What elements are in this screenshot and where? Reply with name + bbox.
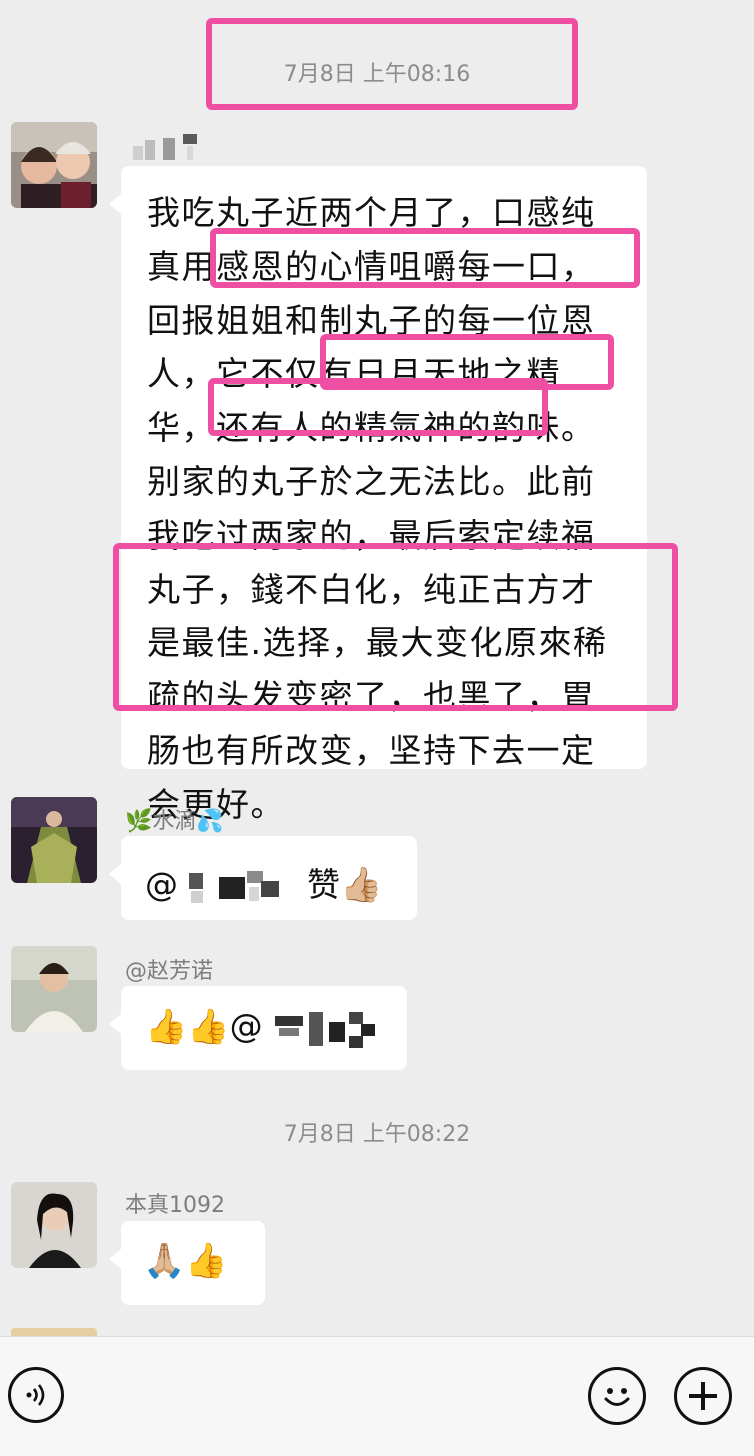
highlight-box <box>113 543 678 711</box>
avatar-partial <box>11 1328 97 1336</box>
smiley-icon <box>604 1388 630 1406</box>
emoji-button[interactable] <box>588 1367 646 1425</box>
voice-icon <box>26 1384 45 1406</box>
avatar[interactable] <box>11 1182 97 1268</box>
message-content: 👍👍@ <box>145 1006 383 1050</box>
plus-button[interactable] <box>674 1367 732 1425</box>
sender-name: 🌿水滴💦 <box>125 809 224 834</box>
message-content: @ 赞👍🏼 <box>145 858 382 907</box>
avatar[interactable] <box>11 122 97 208</box>
censored-name <box>275 1012 376 1048</box>
praise-text: 赞 <box>307 865 340 904</box>
message-bubble[interactable]: 🙏🏼👍 <box>109 1221 265 1305</box>
message-content: 🙏🏼👍 <box>143 1241 228 1281</box>
sender-name: 本真1092 <box>125 1193 225 1218</box>
mention-at: @ <box>145 865 178 904</box>
message-bubble[interactable]: @ 赞👍🏼 <box>109 836 417 920</box>
thumbs-up-icon: 👍👍 <box>145 1006 230 1047</box>
message-input[interactable] <box>88 1353 568 1437</box>
thumbs-up-icon: 👍🏼 <box>340 865 383 905</box>
pray-thumbs-up-icon: 🙏🏼👍 <box>143 1241 228 1281</box>
voice-button[interactable] <box>8 1367 64 1423</box>
highlight-box <box>206 18 578 110</box>
input-bar <box>0 1336 754 1456</box>
censored-name <box>188 870 279 903</box>
sender-name-censored <box>133 132 205 166</box>
avatar[interactable] <box>11 946 97 1032</box>
sender-name: @赵芳诺 <box>125 959 214 984</box>
avatar[interactable] <box>11 797 97 883</box>
mention-at: @ <box>229 1006 263 1046</box>
plus-icon <box>689 1382 717 1410</box>
highlight-box <box>208 378 548 436</box>
timestamp: 7月8日 上午08:22 <box>283 1122 471 1147</box>
message-bubble[interactable]: 👍👍@ <box>109 986 407 1070</box>
highlight-box <box>210 228 640 288</box>
